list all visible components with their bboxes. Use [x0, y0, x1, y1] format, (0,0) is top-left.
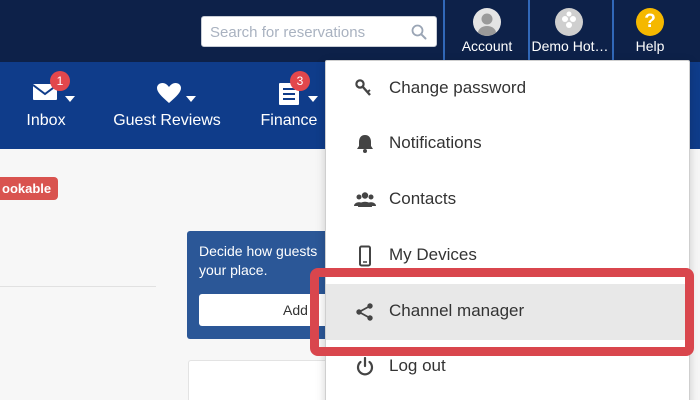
- hotel-label: Demo Hot…: [531, 38, 609, 54]
- menu-label: Contacts: [389, 189, 457, 208]
- search-box[interactable]: [201, 16, 437, 47]
- status-badge: ookable: [0, 177, 59, 200]
- topbar-separator: [443, 0, 445, 62]
- menu-label: Change password: [389, 78, 527, 97]
- menu-item-change-password[interactable]: Change password: [326, 61, 689, 117]
- chevron-down-icon: [308, 96, 318, 102]
- inbox-badge: 1: [50, 71, 70, 91]
- bell-icon: [357, 135, 373, 153]
- nav-guest-reviews-label: Guest Reviews: [113, 112, 221, 129]
- help-label: Help: [635, 38, 665, 54]
- account-menu[interactable]: Account: [447, 0, 527, 62]
- menu-label: Notifications: [389, 133, 482, 152]
- hotel-menu[interactable]: Demo Hot…: [529, 0, 611, 62]
- content-card: [188, 360, 348, 400]
- mobile-icon: [359, 245, 371, 267]
- account-label: Account: [461, 38, 513, 54]
- key-icon: [355, 79, 371, 96]
- menu-label: My Devices: [389, 245, 477, 264]
- menu-item-notifications[interactable]: Notifications: [326, 116, 689, 172]
- chevron-down-icon: [65, 96, 75, 102]
- finance-badge: 3: [290, 71, 310, 91]
- highlight-frame: [310, 268, 694, 356]
- heart-icon: [157, 83, 181, 103]
- hotel-logo-icon: [555, 8, 583, 36]
- nav-finance-label: Finance: [260, 112, 318, 129]
- help-menu[interactable]: ? Help: [614, 0, 686, 62]
- search-input[interactable]: [210, 22, 410, 42]
- nav-guest-reviews[interactable]: Guest Reviews: [106, 62, 228, 149]
- chevron-down-icon: [186, 96, 196, 102]
- top-bar: Account Demo Hot… ? Help: [0, 0, 700, 62]
- menu-item-contacts[interactable]: Contacts: [326, 172, 689, 228]
- promo-text: Decide how guests your place.: [199, 243, 318, 278]
- search-icon[interactable]: [411, 24, 427, 40]
- nav-finance[interactable]: 3 Finance: [256, 62, 322, 149]
- nav-inbox-label: Inbox: [26, 112, 66, 129]
- power-icon: [356, 357, 374, 376]
- question-icon: ?: [636, 8, 664, 36]
- divider: [0, 286, 156, 287]
- contacts-icon: [354, 192, 376, 207]
- menu-label: Log out: [389, 356, 446, 375]
- nav-inbox[interactable]: 1 Inbox: [18, 62, 75, 149]
- user-avatar-icon: [473, 8, 501, 36]
